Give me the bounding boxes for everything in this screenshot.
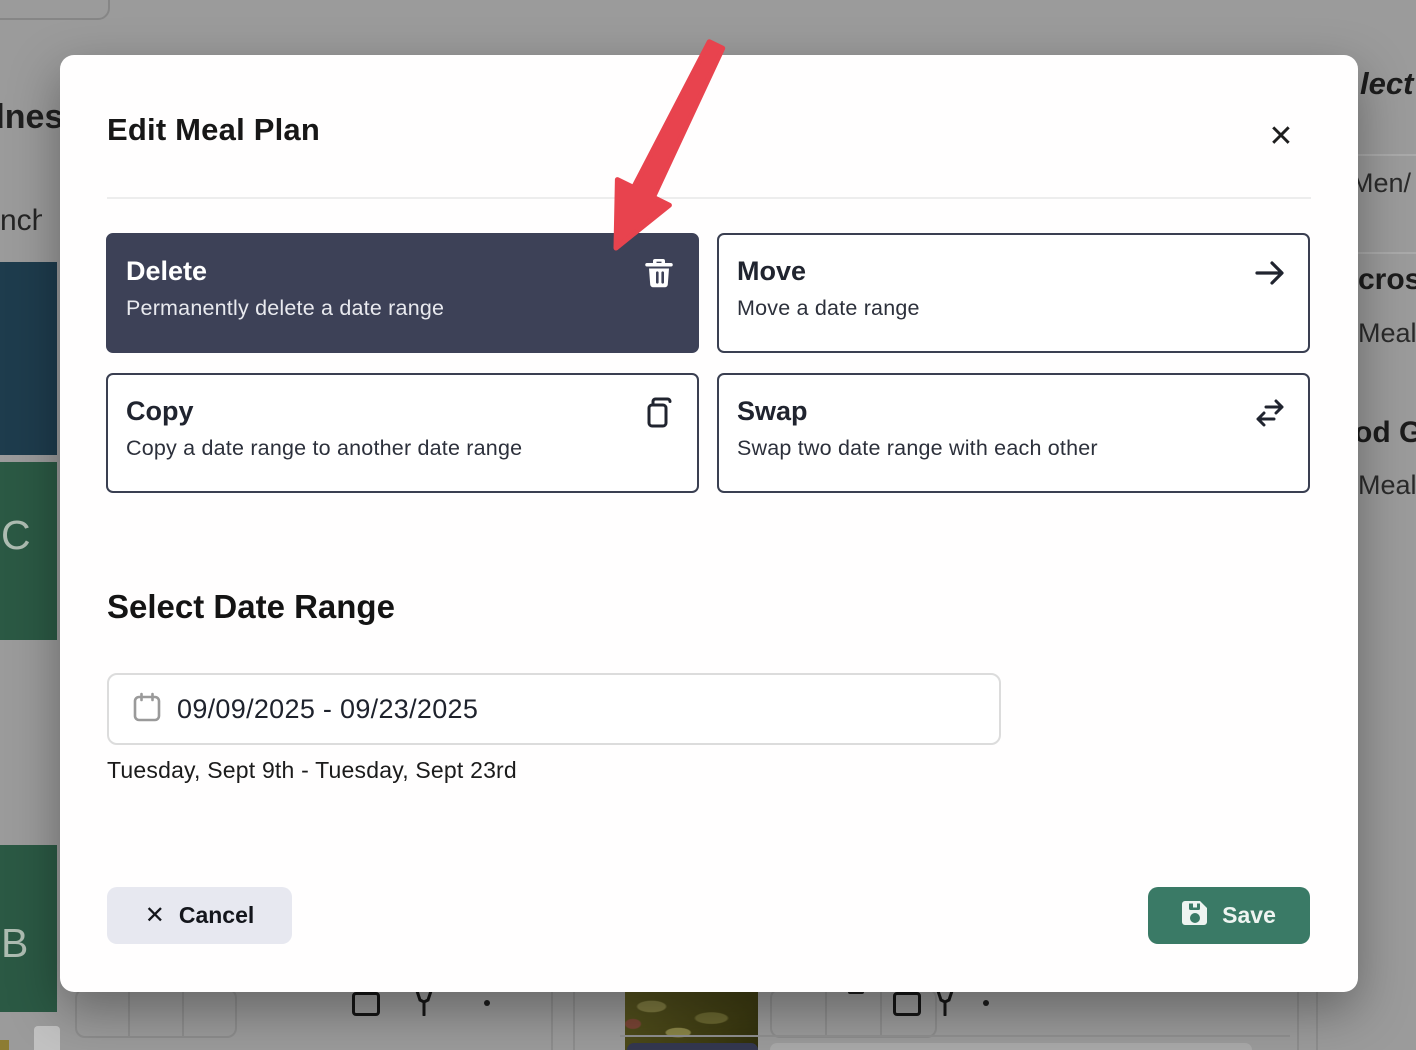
- swap-action-card[interactable]: Swap Swap two date range with each other: [717, 373, 1310, 493]
- background-sidebar-menu: Men/: [1358, 168, 1416, 212]
- delete-action-card[interactable]: Delete Permanently delete a date range: [106, 233, 699, 353]
- cancel-button[interactable]: ✕ Cancel: [107, 887, 292, 944]
- date-range-input[interactable]: 09/09/2025 - 09/23/2025: [107, 673, 1001, 745]
- dot-icon: [983, 1000, 989, 1006]
- save-button[interactable]: Save: [1148, 887, 1310, 944]
- header-divider: [107, 197, 1311, 199]
- card-description: Move a date range: [737, 296, 1248, 321]
- date-range-value: 09/09/2025 - 09/23/2025: [177, 694, 478, 725]
- card-description: Copy a date range to another date range: [126, 436, 637, 461]
- card-title: Move: [737, 255, 1248, 289]
- checkbox-icon: [893, 992, 921, 1016]
- action-cards: Delete Permanently delete a date range M…: [106, 233, 1310, 493]
- background-recipe-tile: O: [0, 262, 57, 455]
- tile-initial: C: [1, 512, 31, 559]
- background-day-header: dnesd: [0, 98, 62, 146]
- date-range-heading: Select Date Range: [107, 588, 395, 626]
- checkbox-icon: [352, 992, 380, 1016]
- move-action-card[interactable]: Move Move a date range: [717, 233, 1310, 353]
- date-range-helper-text: Tuesday, Sept 9th - Tuesday, Sept 23rd: [107, 757, 517, 784]
- divider: [1358, 252, 1416, 254]
- background-recipe-tile: C: [0, 462, 57, 640]
- background-serving-stepper: [75, 988, 237, 1038]
- background-sidebar-meal: Meal: [1358, 470, 1416, 514]
- copy-action-card[interactable]: Copy Copy a date range to another date r…: [106, 373, 699, 493]
- background-sidebar-foodgroups: od G: [1358, 416, 1416, 460]
- divider: [1358, 154, 1416, 156]
- utensils-icon: [934, 990, 956, 1021]
- card-title: Delete: [126, 255, 637, 289]
- calendar-icon: [133, 692, 161, 727]
- utensils-icon: [413, 990, 435, 1021]
- background-photo-sliver: [0, 1040, 9, 1050]
- background-beans-photo: [625, 992, 758, 1050]
- background-recipe-tile: B: [0, 845, 57, 1012]
- divider: [1297, 992, 1299, 1050]
- dialog-title: Edit Meal Plan: [107, 112, 320, 148]
- divider: [551, 992, 553, 1050]
- swap-icon: [1254, 397, 1286, 429]
- divider: [620, 1035, 1290, 1037]
- arrow-right-icon: [1254, 257, 1286, 289]
- card-description: Swap two date range with each other: [737, 436, 1248, 461]
- background-meal-label: nch: [0, 204, 42, 244]
- card-title: Swap: [737, 395, 1248, 429]
- dot-icon: [484, 1000, 490, 1006]
- trash-icon: [643, 257, 675, 289]
- edit-meal-plan-dialog: Edit Meal Plan ✕ Delete Permanently dele…: [60, 55, 1358, 992]
- copy-icon: [643, 397, 675, 429]
- background-tile-edge: [627, 1043, 758, 1050]
- background-sidebar-select: lect: [1358, 66, 1416, 110]
- close-icon[interactable]: ✕: [1260, 115, 1302, 157]
- card-title: Copy: [126, 395, 637, 429]
- background-sidebar-macros: cros: [1358, 263, 1416, 307]
- tile-initial: B: [1, 920, 28, 967]
- background-row-edge: [770, 1043, 1252, 1050]
- save-disk-icon: [1182, 900, 1208, 931]
- background-sidebar-meal: Meal: [1358, 318, 1416, 362]
- background-salad-photo: [0, 650, 57, 835]
- divider: [1316, 992, 1318, 1050]
- background-card-outline: [0, 0, 110, 20]
- divider: [573, 992, 575, 1050]
- x-icon: ✕: [145, 901, 165, 930]
- card-description: Permanently delete a date range: [126, 296, 637, 321]
- background-card-edge: [34, 1026, 60, 1050]
